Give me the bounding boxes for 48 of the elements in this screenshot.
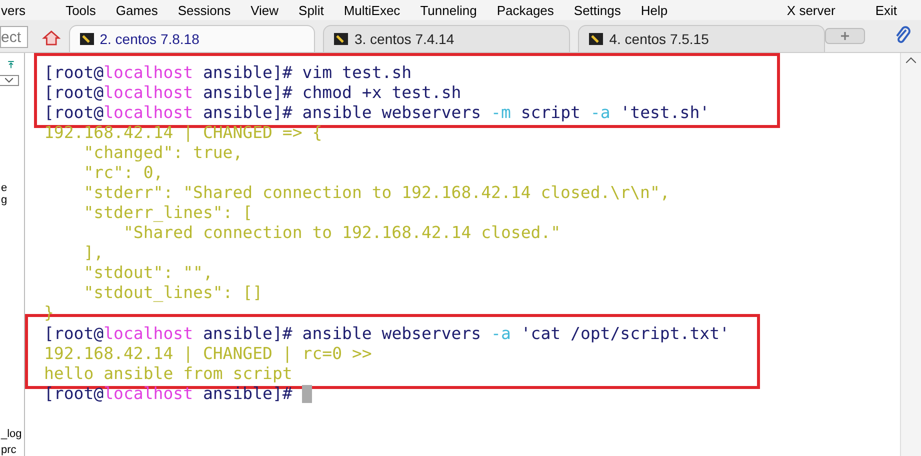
terminal-line: [root@localhost ansible]# vim test.sh [44, 63, 413, 83]
menu-item[interactable]: Games [106, 2, 168, 18]
terminal-line: [root@localhost ansible]# ansible webservers -m script -a 'test.sh' [44, 103, 711, 123]
dropdown-button[interactable] [0, 74, 19, 86]
plus-icon [841, 32, 849, 40]
menu-item[interactable]: vers [0, 2, 36, 18]
menu-item[interactable]: View [240, 2, 289, 18]
paperclip-icon[interactable] [895, 26, 911, 46]
terminal-line: [root@localhost ansible]# [44, 384, 777, 404]
terminal-line: "stdout": "", [82, 263, 214, 283]
terminal-line: 192.168.42.14 | CHANGED => { [44, 123, 324, 143]
terminal-line: "stdout_lines": [] [82, 283, 264, 303]
terminal-icon [589, 33, 604, 45]
scrollbar[interactable] [900, 53, 921, 456]
chevron-down-icon [5, 78, 13, 83]
terminal-icon [80, 33, 94, 45]
terminal-line: ], [82, 243, 105, 263]
menu-item[interactable]: Help [630, 2, 678, 18]
menu-item[interactable]: Split [288, 2, 334, 18]
terminal-line: [root@localhost ansible]# ansible webservers -a 'cat /opt/script.txt' [44, 324, 730, 344]
terminal-line: "Shared connection to 192.168.42.14 closed." [122, 223, 562, 243]
session-tab[interactable]: 3. centos 7.4.14 [323, 25, 570, 52]
search-field[interactable]: ect [0, 26, 28, 48]
sidebar-item[interactable]: g [1, 194, 24, 206]
menu-item[interactable]: MultiExec [334, 2, 410, 18]
session-tab[interactable]: 4. centos 7.5.15 [578, 25, 825, 52]
terminal-line: [root@localhost ansible]# chmod +x test.sh [44, 83, 462, 103]
sidebar-item[interactable]: e [1, 182, 24, 194]
menu-item[interactable]: Packages [486, 2, 564, 18]
terminal-line: "stderr": "Shared connection to 192.168.42.14 closed.\r\n", [82, 183, 671, 203]
sidebar-item[interactable]: _log [1, 428, 24, 440]
terminal-line: "rc": 0, [82, 163, 164, 183]
terminal-line: "stderr_lines": [ [82, 203, 254, 223]
menu-item[interactable]: Settings [564, 2, 631, 18]
menu-item[interactable]: Exit [865, 2, 907, 18]
menu-item[interactable]: Tools [56, 2, 106, 18]
session-tab[interactable]: 2. centos 7.8.18 [68, 25, 316, 52]
terminal-line: hello ansible from script [44, 364, 294, 384]
menu-item[interactable]: Tunneling [410, 2, 487, 18]
new-tab-button[interactable] [825, 28, 865, 44]
menu-item[interactable]: Sessions [168, 2, 241, 18]
terminal-line: "changed": true, [82, 143, 244, 163]
home-icon[interactable] [42, 29, 61, 47]
menu-item[interactable]: X server [776, 2, 846, 18]
terminal-icon [334, 33, 348, 45]
sidebar-item[interactable]: prc [1, 444, 24, 456]
terminal-line: 192.168.42.14 | CHANGED | rc=0 >> [44, 344, 373, 364]
chevron-up-icon[interactable] [906, 57, 916, 63]
